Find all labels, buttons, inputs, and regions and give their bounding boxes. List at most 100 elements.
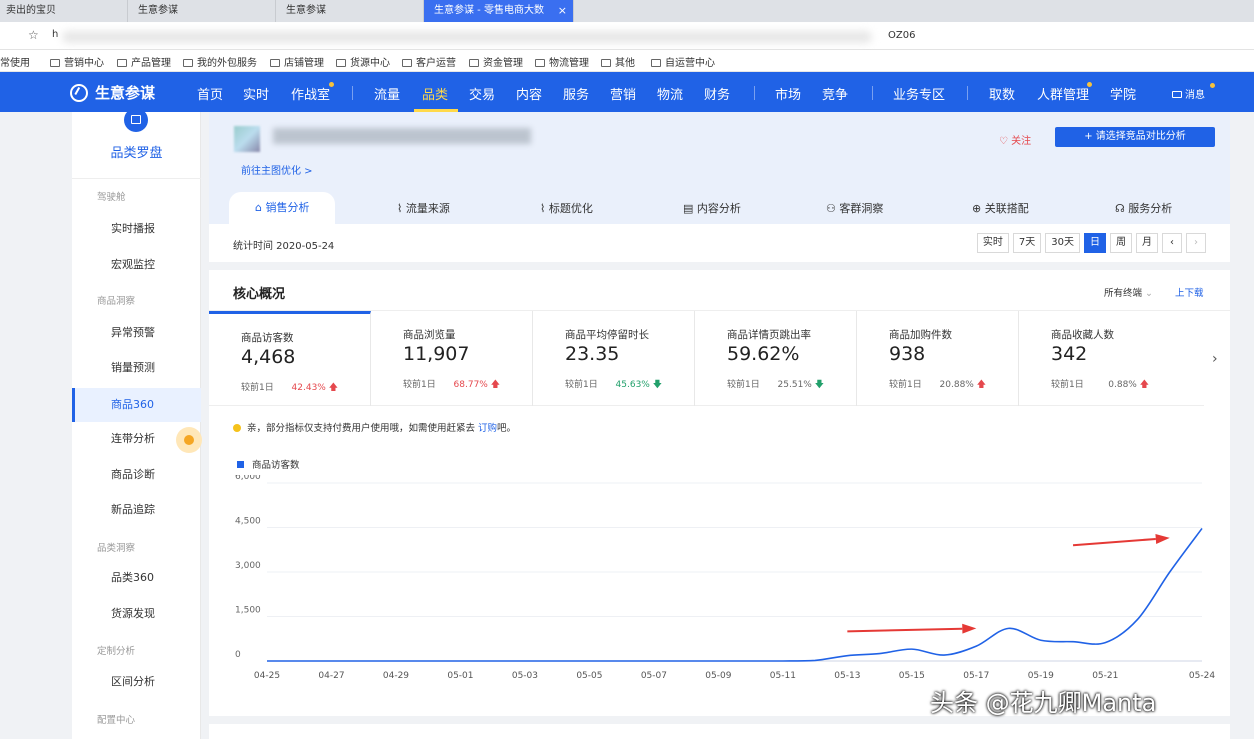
bookmark-item[interactable]: 营销中心 xyxy=(50,54,104,69)
follow-button[interactable]: ♡ 关注 xyxy=(999,132,1031,147)
tab-content-analysis[interactable]: ▤ 内容分析 xyxy=(683,200,741,216)
nav-item-academy[interactable]: 学院 xyxy=(1110,84,1136,103)
metric-card[interactable]: 商品收藏人数 342 较前1日 0.88% 🡅 xyxy=(1019,311,1181,406)
nav-item-fetch[interactable]: 取数 xyxy=(989,84,1015,103)
sidebar-item-product360[interactable]: 商品360 xyxy=(72,388,201,422)
nav-item-realtime[interactable]: 实时 xyxy=(243,84,269,103)
metric-card[interactable]: 商品浏览量 11,907 较前1日 68.77% 🡅 xyxy=(371,311,533,406)
tab-traffic-source[interactable]: ⌇ 流量来源 xyxy=(397,200,450,216)
metric-card[interactable]: 商品加购件数 938 较前1日 20.88% 🡅 xyxy=(857,311,1019,406)
x-tick-label: 04-25 xyxy=(254,671,280,681)
bookmark-item[interactable]: 物流管理 xyxy=(535,54,589,69)
nav-item-content[interactable]: 内容 xyxy=(516,84,542,103)
sidebar: 品类罗盘 驾驶舱 实时播报 宏观监控 商品洞察 异常预警 销量预测 商品360 … xyxy=(72,108,201,739)
nav-item-category[interactable]: 品类 xyxy=(422,84,448,103)
download-button[interactable]: 上下载 xyxy=(1175,285,1204,299)
nav-item-finance[interactable]: 财务 xyxy=(704,84,730,103)
bookmark-item[interactable]: 客户运营 xyxy=(402,54,456,69)
nav-item-warroom[interactable]: 作战室 xyxy=(291,84,330,103)
metric-label: 商品访客数 xyxy=(241,332,294,344)
subscribe-link[interactable]: 订购 xyxy=(478,423,497,434)
nav-item-logistics[interactable]: 物流 xyxy=(657,84,683,103)
tab-customer-insight[interactable]: ⚇ 客群洞察 xyxy=(826,200,883,216)
metric-change: 68.77% 🡅 xyxy=(453,380,500,390)
chevron-right-icon[interactable]: › xyxy=(1186,233,1206,253)
nav-item-market[interactable]: 市场 xyxy=(775,84,801,103)
arrow-up-icon: 🡅 xyxy=(328,383,338,393)
nav-item-business[interactable]: 业务专区 xyxy=(893,84,945,103)
nav-item-marketing[interactable]: 营销 xyxy=(610,84,636,103)
period-day-button[interactable]: 日 xyxy=(1084,233,1106,253)
star-icon[interactable]: ☆ xyxy=(28,28,39,42)
x-tick-label: 04-27 xyxy=(318,671,344,681)
app-logo[interactable]: 生意参谋 xyxy=(70,82,155,103)
chevron-left-icon[interactable]: ‹ xyxy=(1162,233,1182,253)
tab-related-match[interactable]: ⊕ 关联搭配 xyxy=(972,200,1029,216)
terminal-select[interactable]: 所有终端 ⌄ xyxy=(1104,285,1153,299)
bag-icon: ⌂ xyxy=(255,201,262,214)
browser-tab[interactable]: 卖出的宝贝 xyxy=(0,0,128,22)
bookmark-item[interactable]: 货源中心 xyxy=(336,54,390,69)
top-nav: 生意参谋 首页 实时 作战室 流量 品类 交易 内容 服务 营销 物流 财务 市… xyxy=(0,72,1254,112)
y-tick-label: 4,500 xyxy=(235,517,261,527)
bookmark-item[interactable]: 店铺管理 xyxy=(270,54,324,69)
nav-item-crowd[interactable]: 人群管理 xyxy=(1037,84,1089,103)
new-dot xyxy=(1087,82,1092,87)
stat-row: 统计时间 2020-05-24 实时 7天 30天 日 周 月 ‹ › xyxy=(209,224,1230,262)
bookmark-item[interactable]: 自运营中心 xyxy=(651,54,715,69)
plus-icon: + xyxy=(1084,131,1093,142)
browser-tab[interactable]: 生意参谋 xyxy=(128,0,276,22)
bookmark-item[interactable]: 产品管理 xyxy=(117,54,171,69)
period-7d-button[interactable]: 7天 xyxy=(1012,233,1042,253)
nav-item-service[interactable]: 服务 xyxy=(563,84,589,103)
period-week-button[interactable]: 周 xyxy=(1110,233,1132,253)
sidebar-item-macro-monitor[interactable]: 宏观监控 xyxy=(72,250,201,280)
watermark: 头条 @花九卿Manta xyxy=(930,689,1157,717)
sidebar-item-forecast[interactable]: 销量预测 xyxy=(72,353,201,383)
nav-item-home[interactable]: 首页 xyxy=(197,84,223,103)
sidebar-group-label: 配置中心 xyxy=(97,715,136,726)
bookmark-item[interactable]: 资金管理 xyxy=(469,54,523,69)
envelope-icon xyxy=(1172,91,1182,98)
bookmark-item[interactable]: 我的外包服务 xyxy=(183,54,257,69)
close-icon[interactable]: × xyxy=(558,0,567,22)
folder-icon xyxy=(183,59,193,67)
compare-competitor-button[interactable]: + 请选择竞品对比分析 xyxy=(1055,127,1215,147)
sidebar-item-range-analysis[interactable]: 区间分析 xyxy=(72,667,201,697)
metric-card[interactable]: 商品访客数 4,468 较前1日 42.43% 🡅 xyxy=(209,311,371,406)
nav-separator xyxy=(754,86,755,100)
main-image-optimize-link[interactable]: 前往主图优化 > xyxy=(241,162,313,177)
metric-value: 4,468 xyxy=(241,346,296,368)
period-30d-button[interactable]: 30天 xyxy=(1045,233,1080,253)
browser-tab-active[interactable]: 生意参谋 - 零售电商大数 × xyxy=(424,0,574,22)
sidebar-item-anomaly[interactable]: 异常预警 xyxy=(72,318,201,348)
sidebar-item-diagnosis[interactable]: 商品诊断 xyxy=(72,460,201,490)
arrow-up-icon: 🡅 xyxy=(976,380,986,390)
x-tick-label: 05-21 xyxy=(1092,671,1118,681)
browser-tab[interactable]: 生意参谋 xyxy=(276,0,424,22)
tab-service-analysis[interactable]: ☊ 服务分析 xyxy=(1115,200,1172,216)
tab-sales-analysis[interactable]: ⌂ 销售分析 xyxy=(229,192,336,224)
message-button[interactable]: 消息 xyxy=(1172,86,1205,101)
nav-item-trade[interactable]: 交易 xyxy=(469,84,495,103)
address-bar[interactable]: ☆ h OZ06 xyxy=(0,22,1254,50)
sidebar-item-source-discovery[interactable]: 货源发现 xyxy=(72,599,201,629)
floating-assistant-button[interactable] xyxy=(176,427,202,453)
metric-card[interactable]: 商品详情页跳出率 59.62% 较前1日 25.51% 🡇 xyxy=(695,311,857,406)
y-tick-label: 1,500 xyxy=(235,606,261,616)
nav-item-traffic[interactable]: 流量 xyxy=(374,84,400,103)
sidebar-item-new-tracking[interactable]: 新品追踪 xyxy=(72,495,201,525)
nav-item-competition[interactable]: 竞争 xyxy=(822,84,848,103)
folder-icon xyxy=(651,59,661,67)
tab-title-optimize[interactable]: ⌇ 标题优化 xyxy=(540,200,593,216)
bookmark-item[interactable]: 其他 xyxy=(601,54,635,69)
chart-legend[interactable]: 商品访客数 xyxy=(237,457,300,471)
info-dot-icon xyxy=(233,424,241,432)
period-month-button[interactable]: 月 xyxy=(1136,233,1158,253)
chevron-right-icon[interactable]: › xyxy=(1212,351,1218,367)
sidebar-item-category360[interactable]: 品类360 xyxy=(72,563,201,593)
sidebar-item-realtime-report[interactable]: 实时播报 xyxy=(72,214,201,244)
period-realtime-button[interactable]: 实时 xyxy=(976,233,1009,253)
metric-card[interactable]: 商品平均停留时长 23.35 较前1日 45.63% 🡇 xyxy=(533,311,695,406)
bookmark-item[interactable]: 常使用 xyxy=(0,54,30,69)
